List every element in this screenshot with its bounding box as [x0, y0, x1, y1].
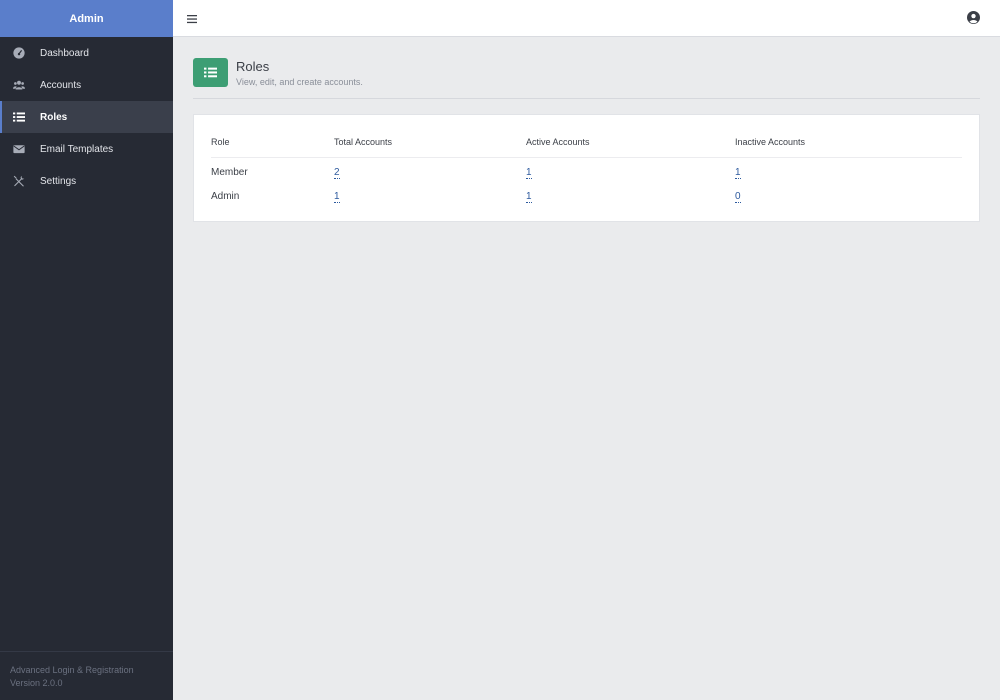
column-header-inactive-accounts: Inactive Accounts	[735, 115, 962, 158]
column-header-total-accounts: Total Accounts	[334, 115, 526, 158]
sidebar-item-email-templates[interactable]: Email Templates	[0, 133, 173, 165]
sidebar-nav: Dashboard Accounts Roles Email Templates…	[0, 37, 173, 197]
sidebar-item-roles[interactable]: Roles	[0, 101, 173, 133]
tools-icon	[12, 174, 26, 188]
sidebar-item-accounts[interactable]: Accounts	[0, 69, 173, 101]
sidebar-item-settings[interactable]: Settings	[0, 165, 173, 197]
app-version: Version 2.0.0	[10, 678, 63, 688]
sidebar: Admin Dashboard Accounts Roles Email Tem…	[0, 0, 173, 700]
sidebar-item-dashboard[interactable]: Dashboard	[0, 37, 173, 69]
column-header-role: Role	[211, 115, 334, 158]
user-circle-icon[interactable]	[967, 11, 980, 24]
sidebar-title: Admin	[0, 0, 173, 37]
sidebar-item-label: Settings	[40, 175, 77, 187]
inactive-accounts-link[interactable]: 0	[735, 190, 741, 203]
sidebar-footer: Advanced Login & Registration Version 2.…	[0, 651, 173, 700]
role-name: Member	[211, 166, 248, 178]
active-accounts-link[interactable]: 1	[526, 190, 532, 203]
table-row: Admin 1 1 0	[211, 183, 962, 209]
sidebar-item-label: Dashboard	[40, 47, 89, 59]
inactive-accounts-link[interactable]: 1	[735, 166, 741, 179]
main-content: Roles View, edit, and create accounts. R…	[193, 37, 980, 222]
dashboard-icon	[12, 46, 26, 60]
list-icon	[12, 110, 26, 124]
total-accounts-link[interactable]: 1	[334, 190, 340, 203]
column-header-active-accounts: Active Accounts	[526, 115, 735, 158]
app-name: Advanced Login & Registration	[10, 665, 134, 675]
role-name: Admin	[211, 190, 240, 202]
roles-table-card: Role Total Accounts Active Accounts Inac…	[193, 114, 980, 222]
table-row: Member 2 1 1	[211, 157, 962, 183]
active-accounts-link[interactable]: 1	[526, 166, 532, 179]
page-header: Roles View, edit, and create accounts.	[193, 37, 980, 99]
sidebar-item-label: Email Templates	[40, 143, 114, 155]
roles-table: Role Total Accounts Active Accounts Inac…	[211, 115, 962, 209]
users-icon	[12, 78, 26, 92]
total-accounts-link[interactable]: 2	[334, 166, 340, 179]
sidebar-item-label: Roles	[40, 111, 68, 123]
page-title: Roles	[236, 59, 270, 74]
sidebar-item-label: Accounts	[40, 79, 82, 91]
envelope-icon	[12, 142, 26, 156]
table-header-row: Role Total Accounts Active Accounts Inac…	[211, 115, 962, 158]
list-icon	[193, 58, 228, 87]
top-header	[173, 0, 1000, 37]
menu-icon[interactable]	[186, 12, 198, 24]
page-subtitle: View, edit, and create accounts.	[236, 77, 363, 87]
